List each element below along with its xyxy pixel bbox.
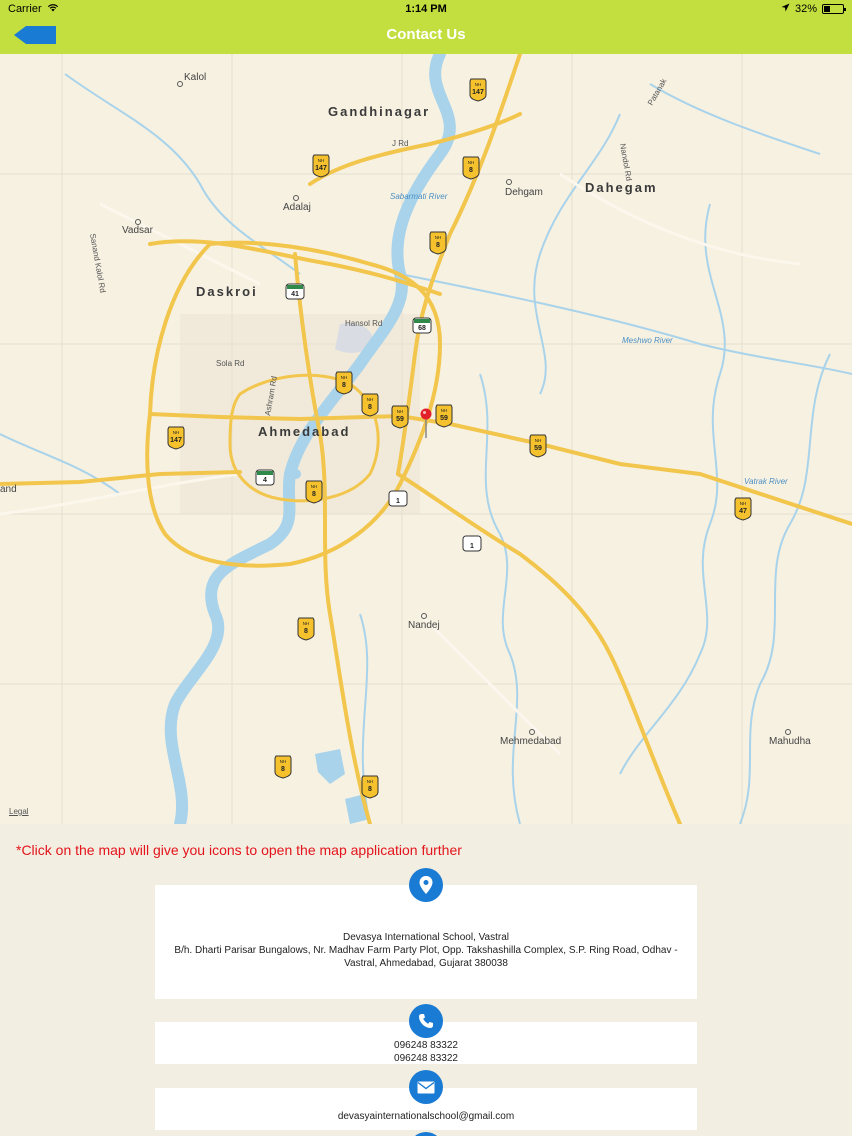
map-city-daskroi: Daskroi — [196, 284, 258, 299]
map-view[interactable]: Gandhinagar Dahegam Daskroi Ahmedabad Ka… — [0, 54, 852, 824]
address-line: Vastral, Ahmedabad, Gujarat 380038 — [344, 958, 508, 969]
phone-number[interactable]: 096248 83322 — [155, 1052, 697, 1065]
map-town: Nandej — [408, 620, 440, 631]
map-town: and — [0, 484, 17, 495]
map-river-label: Meshwo River — [622, 336, 673, 345]
route-shield-number: 4 — [263, 477, 267, 484]
map-town: Adalaj — [283, 202, 311, 213]
route-shield-number: 1 — [470, 543, 474, 550]
nh-shield-prefix: NH — [441, 408, 448, 413]
nh-shield-prefix: NH — [367, 779, 374, 784]
nh-shield-prefix: NH — [341, 375, 348, 380]
nh-shield: NH 8 — [361, 393, 379, 417]
nav-bar: Contact Us — [0, 18, 852, 54]
page-title: Contact Us — [386, 26, 466, 43]
nh-shield-number: 59 — [440, 415, 448, 422]
route-shield: 1 — [462, 535, 482, 552]
route-shield-number: 68 — [418, 325, 426, 332]
nh-shield-prefix: NH — [311, 484, 318, 489]
nh-shield: NH 8 — [361, 775, 379, 799]
nh-shield-number: 47 — [739, 508, 747, 515]
nh-shield-number: 8 — [304, 628, 308, 635]
address-line: Devasya International School, Vastral — [342, 932, 509, 943]
nh-shield-prefix: NH — [475, 82, 482, 87]
battery-icon — [822, 4, 846, 14]
nh-shield-prefix: NH — [367, 397, 374, 402]
route-shield-number: 1 — [396, 498, 400, 505]
route-shield: 68 — [412, 317, 432, 334]
nh-shield: NH 147 — [312, 154, 330, 178]
nh-shield-prefix: NH — [173, 430, 180, 435]
map-road-label: Hansol Rd — [345, 319, 382, 328]
wifi-icon — [47, 3, 59, 15]
nh-shield: NH 47 — [734, 497, 752, 521]
map-town: Mahudha — [769, 736, 811, 747]
nh-shield-number: 147 — [170, 437, 182, 444]
status-bar: Carrier 1:14 PM 32% — [0, 0, 852, 18]
nh-shield: NH 8 — [335, 371, 353, 395]
nh-shield-number: 8 — [342, 382, 346, 389]
nh-shield-prefix: NH — [535, 438, 542, 443]
email-address[interactable]: devasyainternationalschool@gmail.com — [155, 1110, 697, 1123]
map-road-label: J Rd — [392, 139, 408, 148]
nh-shield-number: 8 — [368, 404, 372, 411]
location-icon[interactable] — [409, 868, 443, 902]
nh-shield: NH 8 — [462, 156, 480, 180]
nh-shield: NH 8 — [305, 480, 323, 504]
address-line: B/h. Dharti Parisar Bungalows, Nr. Madha… — [174, 945, 678, 956]
nh-shield: NH 59 — [435, 404, 453, 428]
phone-number[interactable]: 096248 83322 — [155, 1039, 697, 1052]
carrier-label: Carrier — [8, 3, 42, 15]
location-arrow-icon — [781, 3, 790, 15]
battery-percent: 32% — [794, 3, 817, 15]
nh-shield-number: 8 — [281, 766, 285, 773]
nh-shield: NH 59 — [529, 434, 547, 458]
nh-shield: NH 8 — [297, 617, 315, 641]
nh-shield: NH 147 — [469, 78, 487, 102]
nh-shield: NH 147 — [167, 426, 185, 450]
map-town: Mehmedabad — [500, 736, 561, 747]
route-shield: 4 — [255, 469, 275, 486]
nh-shield-prefix: NH — [280, 759, 287, 764]
map-town: Dehgam — [505, 187, 543, 198]
nh-shield-number: 8 — [436, 242, 440, 249]
nh-shield-number: 59 — [396, 416, 404, 423]
nh-shield-number: 8 — [469, 167, 473, 174]
map-legal-link[interactable]: Legal — [9, 807, 29, 816]
map-town: Kalol — [184, 72, 206, 83]
more-icon[interactable] — [409, 1132, 443, 1136]
nh-shield-prefix: NH — [468, 160, 475, 165]
map-river-label: Vatrak River — [744, 477, 788, 486]
status-time: 1:14 PM — [405, 3, 447, 15]
mail-icon[interactable] — [409, 1070, 443, 1104]
nh-shield-prefix: NH — [740, 501, 747, 506]
map-road-label: Sola Rd — [216, 359, 244, 368]
route-shield-number: 41 — [291, 291, 299, 298]
map-city-dahegam: Dahegam — [585, 180, 658, 195]
nh-shield-prefix: NH — [303, 621, 310, 626]
nh-shield: NH 59 — [391, 405, 409, 429]
map-city-ahmedabad: Ahmedabad — [258, 424, 350, 439]
nh-shield-prefix: NH — [318, 158, 325, 163]
nh-shield: NH 8 — [429, 231, 447, 255]
route-shield: 1 — [388, 490, 408, 507]
nh-shield-number: 8 — [312, 491, 316, 498]
map-city-gandhinagar: Gandhinagar — [328, 104, 430, 119]
nh-shield-number: 8 — [368, 786, 372, 793]
nh-shield-number: 147 — [472, 89, 484, 96]
map-river-label: Sabarmati River — [390, 192, 448, 201]
nh-shield-number: 59 — [534, 445, 542, 452]
phone-icon[interactable] — [409, 1004, 443, 1038]
nh-shield-number: 147 — [315, 165, 327, 172]
nh-shield-prefix: NH — [397, 409, 404, 414]
map-canvas[interactable]: Gandhinagar Dahegam Daskroi Ahmedabad Ka… — [0, 54, 852, 824]
map-hint-note: *Click on the map will give you icons to… — [16, 842, 462, 858]
nh-shield-prefix: NH — [435, 235, 442, 240]
route-shield: 41 — [285, 283, 305, 300]
address-card[interactable]: Devasya International School, Vastral B/… — [155, 885, 697, 999]
map-town: Vadsar — [122, 225, 154, 236]
nh-shield: NH 8 — [274, 755, 292, 779]
